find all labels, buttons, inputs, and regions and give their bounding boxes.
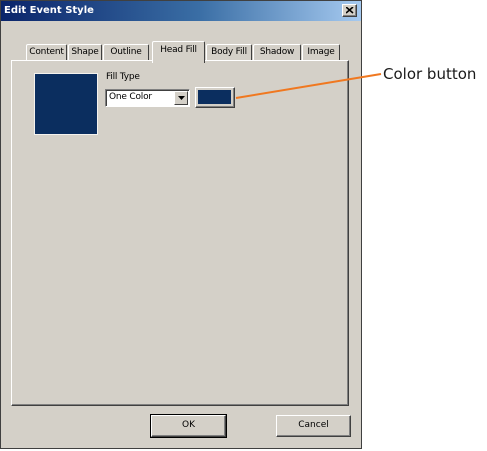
callout-label: Color button [383,65,477,83]
